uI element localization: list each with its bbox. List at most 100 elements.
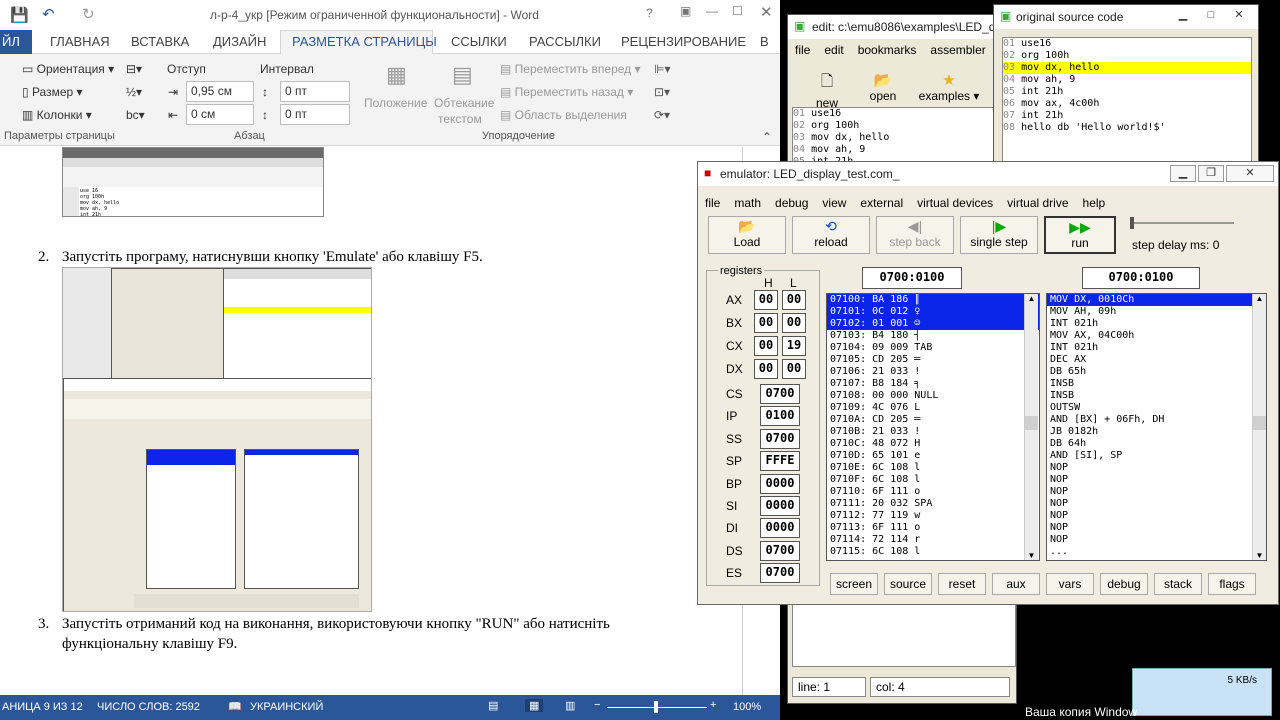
register-value[interactable]: 0000 [760, 496, 800, 516]
disasm-row[interactable]: ... [1047, 546, 1266, 558]
size-button[interactable]: ▯ Размер ▾ [22, 85, 83, 99]
register-value[interactable]: 0000 [760, 473, 800, 494]
register-value[interactable]: 0000 [760, 518, 800, 539]
memory-row[interactable]: 07113: 6F 111 o [827, 522, 1039, 534]
register-value[interactable]: 0700 [760, 540, 800, 561]
memory-row[interactable]: 07107: B8 184 ╕ [827, 378, 1039, 390]
scroll-up-icon[interactable]: ▲ [1253, 294, 1266, 306]
web-layout-icon[interactable]: ▥ [565, 699, 575, 712]
memory-row[interactable]: 07110: 6F 111 o [827, 486, 1039, 498]
disasm-row[interactable]: INT 021h [1047, 342, 1266, 354]
zoom-level[interactable]: 100% [733, 701, 761, 713]
memory-list[interactable]: 07100: BA 186 ║ 07101: 0C 012 ♀ 07102: 01 … [826, 293, 1040, 561]
wrap-label-2[interactable]: текстом [438, 112, 482, 126]
selection-pane-button[interactable]: ▤ Область выделения [500, 108, 627, 122]
disasm-row[interactable]: INSB [1047, 390, 1266, 402]
bring-forward-button[interactable]: ▤ Переместить вперед ▾ [500, 62, 641, 76]
emu-menu-virtual-devices[interactable]: virtual devices [917, 196, 993, 210]
register-high-byte[interactable]: 00 [754, 313, 778, 333]
step-delay-slider[interactable] [1130, 222, 1234, 224]
aux-button[interactable]: aux [992, 573, 1040, 595]
register-low-byte[interactable]: 00 [782, 290, 806, 310]
disasm-row[interactable]: OUTSW [1047, 402, 1266, 414]
run-button[interactable]: ▶▶ run [1044, 216, 1116, 254]
network-monitor-widget[interactable]: 5 KB/s [1132, 668, 1272, 716]
register-value[interactable]: 0700 [760, 428, 800, 449]
memory-row[interactable]: 07106: 21 033 ! [827, 366, 1039, 378]
memory-row[interactable]: 07103: B4 180 ┤ [827, 330, 1039, 342]
disasm-row[interactable]: NOP [1047, 522, 1266, 534]
emu-minimize-icon[interactable]: ▁ [1170, 165, 1196, 182]
send-backward-button[interactable]: ▤ Переместить назад ▾ [500, 85, 633, 99]
memory-row[interactable]: 07108: 00 000 NULL [827, 390, 1039, 402]
minimize-icon[interactable]: — [706, 4, 718, 18]
new-button[interactable]: 🗋 new [802, 71, 852, 110]
disasm-row[interactable]: JB 0182h [1047, 426, 1266, 438]
debug-button[interactable]: debug [1100, 573, 1148, 595]
disasm-row[interactable]: DB 64h [1047, 438, 1266, 450]
orig-close-icon[interactable]: ✕ [1226, 8, 1252, 25]
tab-layout[interactable]: РАЗМЕТКА СТРАНИЦЫ [292, 34, 437, 49]
indent-left-input[interactable]: 0,95 см [186, 81, 254, 102]
disasm-row[interactable]: INSB [1047, 378, 1266, 390]
register-low-byte[interactable]: 19 [782, 336, 806, 356]
disasm-row[interactable]: NOP [1047, 510, 1266, 522]
register-high-byte[interactable]: 00 [754, 336, 778, 356]
collapse-ribbon-icon[interactable]: ⌃ [762, 130, 772, 144]
disasm-row[interactable]: AND [BX] + 06Fh, DH [1047, 414, 1266, 426]
memory-row[interactable]: 0710F: 6C 108 l [827, 474, 1039, 486]
zoom-out-icon[interactable]: − [594, 699, 600, 711]
orientation-button[interactable]: ▭ Ориентация ▾ [22, 62, 114, 76]
zoom-thumb[interactable] [654, 701, 658, 713]
spacing-after-input[interactable]: 0 пт [280, 104, 350, 125]
scroll-down-icon[interactable]: ▼ [1253, 551, 1266, 560]
undo-icon[interactable]: ↶ [42, 5, 55, 23]
disasm-row[interactable]: NOP [1047, 462, 1266, 474]
step-delay-thumb[interactable] [1130, 217, 1134, 229]
register-value[interactable]: 0700 [760, 384, 800, 404]
memory-row[interactable]: 0710A: CD 205 ═ [827, 414, 1039, 426]
close-icon[interactable]: ✕ [760, 3, 773, 21]
tab-review[interactable]: РЕЦЕНЗИРОВАНИЕ [621, 34, 746, 49]
stack-button[interactable]: stack [1154, 573, 1202, 595]
disasm-row[interactable]: NOP [1047, 498, 1266, 510]
rotate-icon[interactable]: ⟳▾ [654, 108, 670, 122]
disassembly-list[interactable]: MOV DX, 0010Ch MOV AH, 09h INT 021h MOV AX,… [1046, 293, 1267, 561]
register-value[interactable]: 0100 [760, 406, 800, 427]
tab-view[interactable]: В [760, 34, 769, 49]
memory-row[interactable]: 07105: CD 205 ═ [827, 354, 1039, 366]
memory-row[interactable]: 0710C: 48 072 H [827, 438, 1039, 450]
emu-menu-debug[interactable]: debug [775, 196, 808, 210]
align-icon[interactable]: ⊫▾ [654, 62, 670, 76]
disasm-row[interactable]: AND [SI], SP [1047, 450, 1266, 462]
columns-button[interactable]: ▥ Колонки ▾ [22, 108, 92, 122]
disasm-row[interactable]: MOV AX, 04C00h [1047, 330, 1266, 342]
disasm-scrollbar[interactable]: ▲ ▼ [1252, 294, 1266, 560]
emu-menu-external[interactable]: external [860, 196, 903, 210]
emu-maximize-icon[interactable]: ❐ [1198, 165, 1224, 182]
reset-button[interactable]: reset [938, 573, 986, 595]
memory-row[interactable]: 07115: 6C 108 l [827, 546, 1039, 558]
screen-button[interactable]: screen [830, 573, 878, 595]
orig-minimize-icon[interactable]: ▁ [1170, 8, 1196, 25]
memory-row[interactable]: 0710E: 6C 108 l [827, 462, 1039, 474]
emu-close-icon[interactable]: ✕ [1226, 165, 1274, 182]
memory-row[interactable]: 07112: 77 119 w [827, 510, 1039, 522]
editor-menu-edit[interactable]: edit [824, 43, 843, 57]
disasm-address[interactable]: 0700:0100 [1082, 267, 1200, 289]
tab-file[interactable]: ЙЛ [2, 34, 20, 49]
breaks-icon[interactable]: ⊟▾ [126, 62, 142, 76]
memory-row[interactable]: 07114: 72 114 r [827, 534, 1039, 546]
page-count[interactable]: АНИЦА 9 ИЗ 12 [2, 701, 83, 713]
disasm-row[interactable]: INT 021h [1047, 318, 1266, 330]
emu-menu-view[interactable]: view [822, 196, 846, 210]
memory-address[interactable]: 0700:0100 [862, 267, 962, 289]
register-low-byte[interactable]: 00 [782, 313, 806, 333]
tab-design[interactable]: ДИЗАЙН [213, 34, 266, 49]
editor-menu-file[interactable]: file [795, 43, 810, 57]
flags-button[interactable]: flags [1208, 573, 1256, 595]
tab-mailings[interactable]: РАССЫЛКИ [529, 34, 601, 49]
reload-button[interactable]: ⟲ reload [792, 216, 870, 254]
tab-references[interactable]: ССЫЛКИ [451, 34, 507, 49]
language[interactable]: УКРАИНСКИЙ [250, 701, 323, 713]
